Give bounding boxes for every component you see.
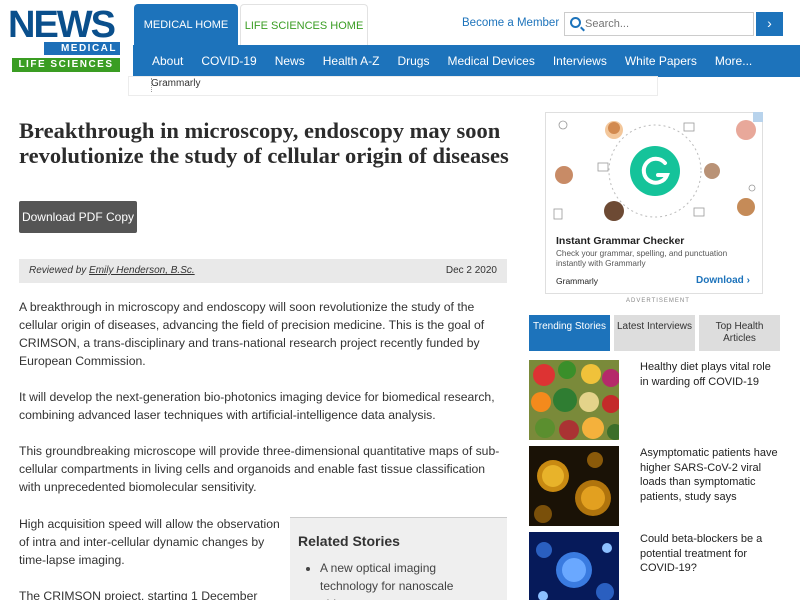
related-stories-box: Related Stories A new optical imaging te… [290, 517, 507, 600]
list-item[interactable]: Asymptomatic patients have higher SARS-C… [529, 446, 781, 526]
ad-description: Check your grammar, spelling, and punctu… [556, 249, 728, 268]
reviewed-by-label: Reviewed by [29, 265, 87, 276]
related-story-link[interactable]: A new optical imaging technology for nan… [320, 559, 490, 600]
reviewed-by: Reviewed by Emily Henderson, B.Sc. [29, 265, 195, 276]
nav-item-drugs[interactable]: Drugs [388, 45, 438, 77]
side-ad[interactable]: Instant Grammar Checker Check your gramm… [545, 112, 763, 294]
article-date: Dec 2 2020 [445, 265, 497, 276]
story-title: Could beta-blockers be a potential treat… [640, 533, 763, 574]
nav-item-medical-devices[interactable]: Medical Devices [438, 45, 543, 77]
search-button[interactable]: › [756, 12, 783, 36]
site-logo[interactable]: NEWS MEDICAL LIFE SCIENCES [8, 6, 120, 72]
ad-divider [151, 78, 153, 92]
search-icon [570, 17, 581, 28]
logo-life-sciences-text: LIFE SCIENCES [12, 58, 120, 72]
ad-download-label: Download [696, 275, 744, 286]
nav-item-health-a-z[interactable]: Health A-Z [314, 45, 389, 77]
become-member-link[interactable]: Become a Member [462, 17, 559, 29]
top-ad-banner[interactable]: Grammarly [128, 76, 658, 96]
nav-item-news[interactable]: News [266, 45, 314, 77]
story-title: Asymptomatic patients have higher SARS-C… [640, 447, 778, 503]
tab-trending-stories[interactable]: Trending Stories [529, 315, 610, 351]
nav-item-white-papers[interactable]: White Papers [616, 45, 706, 77]
site-header: NEWS MEDICAL LIFE SCIENCES MEDICAL HOME … [0, 0, 800, 78]
article-paragraph: High acquisition speed will allow the ob… [19, 517, 280, 567]
ad-choices-icon[interactable] [753, 112, 763, 122]
sidebar-tabs: Trending Stories Latest Interviews Top H… [529, 315, 781, 351]
virus-image [529, 446, 619, 526]
tab-latest-interviews[interactable]: Latest Interviews [614, 315, 695, 351]
review-bar: Reviewed by Emily Henderson, B.Sc. Dec 2… [19, 259, 507, 283]
ad-title: Instant Grammar Checker [556, 235, 685, 247]
logo-medical-text: MEDICAL [44, 42, 120, 55]
ad-brand: Grammarly [556, 276, 599, 286]
tab-top-health-articles[interactable]: Top Health Articles [699, 315, 780, 351]
logo-news-text: NEWS [8, 4, 116, 46]
related-stories-heading: Related Stories [298, 533, 400, 549]
grammarly-g-icon [630, 146, 680, 196]
article-title: Breakthrough in microscopy, endoscopy ma… [19, 118, 509, 168]
story-title: Healthy diet plays vital role in warding… [640, 361, 771, 388]
top-ad-label: Grammarly [151, 78, 201, 89]
nav-item-about[interactable]: About [133, 45, 192, 77]
chevron-right-icon: › [746, 275, 750, 286]
list-item[interactable]: Could beta-blockers be a potential treat… [529, 532, 781, 600]
article-paragraph: A breakthrough in microscopy and endosco… [19, 300, 485, 368]
grammarly-network-graphic [553, 120, 756, 221]
article-paragraph: This groundbreaking microscope will prov… [19, 444, 500, 494]
nav-item-more[interactable]: More... [706, 45, 761, 77]
nav-item-covid-19[interactable]: COVID-19 [192, 45, 265, 77]
chevron-right-icon: › [767, 15, 772, 31]
search-box [564, 12, 754, 36]
vegetables-image [529, 360, 619, 440]
site-tabs: MEDICAL HOME LIFE SCIENCES HOME [134, 4, 368, 46]
article-paragraph: The CRIMSON project, starting 1 December [19, 589, 258, 600]
article-paragraph: It will develop the next-generation bio-… [19, 390, 495, 422]
list-item[interactable]: Healthy diet plays vital role in warding… [529, 360, 781, 440]
ad-download-link[interactable]: Download › [696, 275, 750, 286]
tab-medical-home[interactable]: MEDICAL HOME [134, 4, 238, 46]
reviewer-link[interactable]: Emily Henderson, B.Sc. [89, 265, 195, 276]
download-pdf-button[interactable]: Download PDF Copy [19, 201, 137, 233]
advertisement-label: ADVERTISEMENT [626, 298, 690, 304]
main-nav: About COVID-19 News Health A-Z Drugs Med… [133, 45, 800, 77]
tab-life-sciences-home[interactable]: LIFE SCIENCES HOME [240, 4, 368, 46]
coronavirus-image [529, 532, 619, 600]
nav-item-interviews[interactable]: Interviews [544, 45, 616, 77]
search-input[interactable] [585, 15, 750, 33]
